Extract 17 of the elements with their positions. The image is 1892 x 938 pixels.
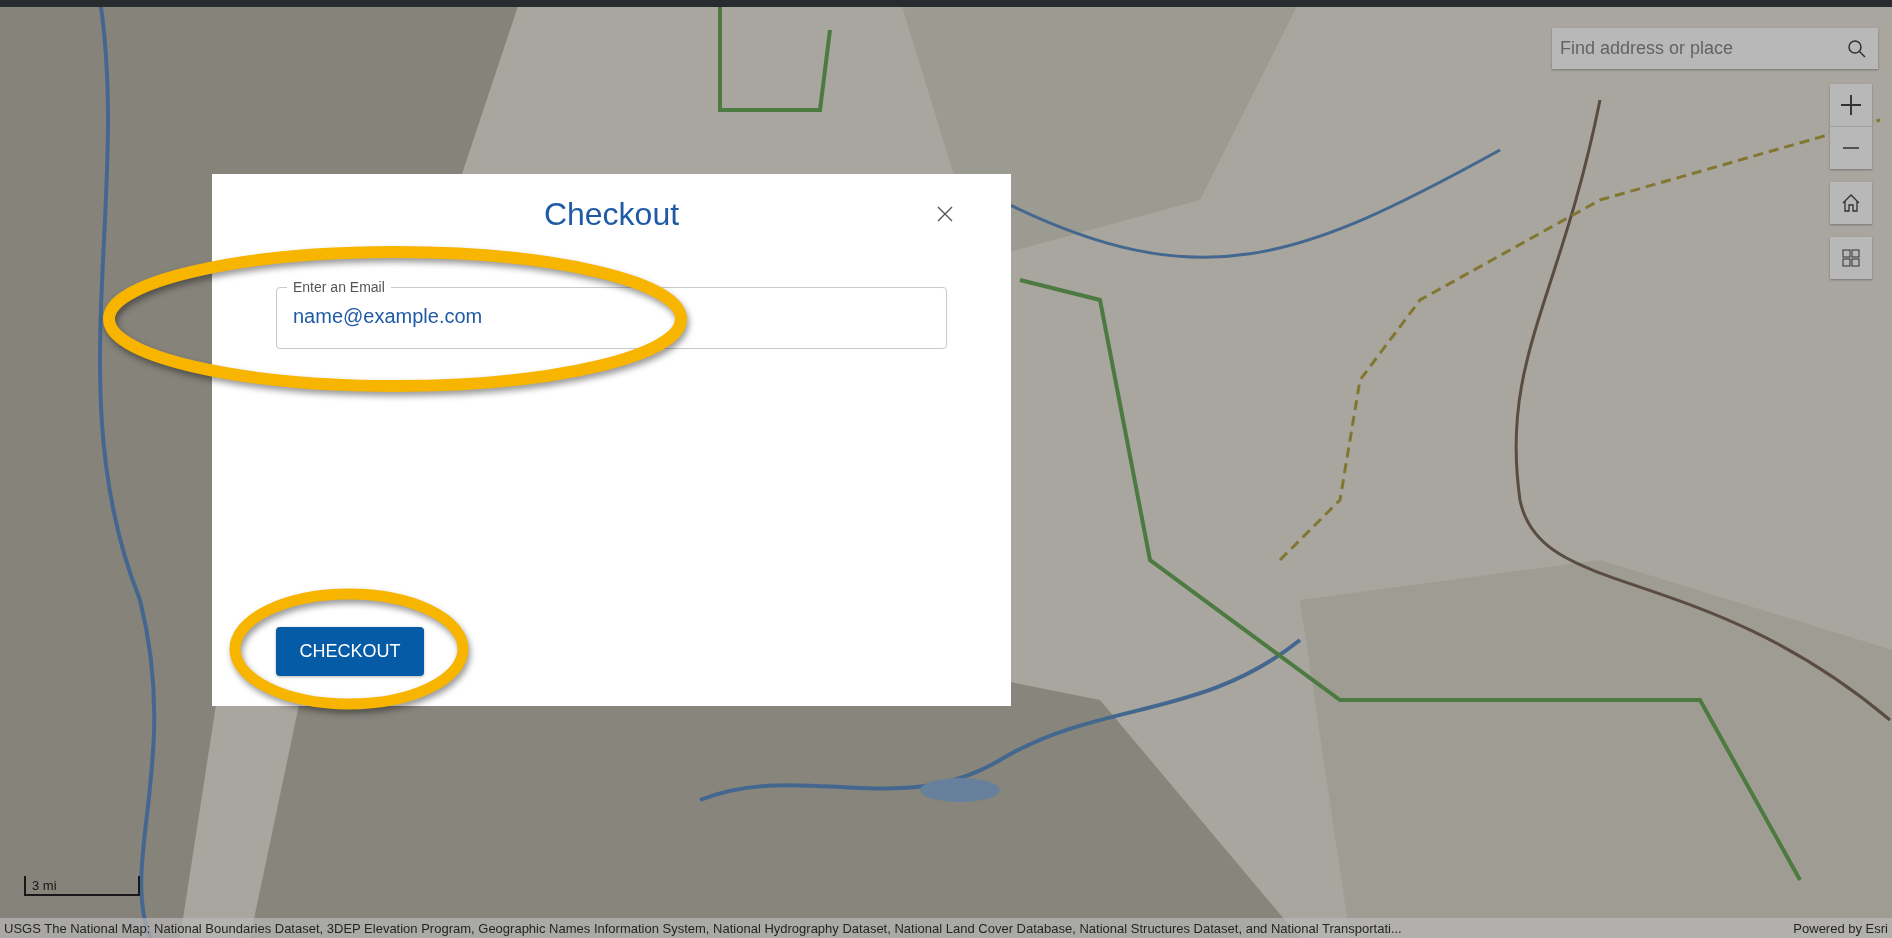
search-icon [1847,38,1867,59]
dialog-title: Checkout [543,196,680,233]
search-button[interactable] [1836,28,1878,69]
home-button[interactable] [1830,182,1872,224]
home-icon [1841,193,1861,213]
grid-icon [1841,248,1861,268]
zoom-in-button[interactable] [1830,84,1872,126]
minus-icon [1842,147,1860,149]
email-field[interactable]: Enter an Email name@example.com [276,279,947,349]
checkout-button[interactable]: CHECKOUT [276,627,424,676]
powered-by-text: Powered by Esri [1793,920,1888,936]
search-field[interactable]: Find address or place [1552,28,1836,69]
plus-icon [1841,95,1861,115]
email-input[interactable]: name@example.com [293,299,930,332]
scale-bar: 3 mi [24,876,140,896]
close-icon [935,204,955,224]
attribution-text: USGS The National Map: National Boundaries Dataset, 3DEP Elevation Program, Geographic Names Information System, National Hydrography Dataset, National Land Cover Database, National Structures Dataset, and National Transportati... [4,920,1402,936]
